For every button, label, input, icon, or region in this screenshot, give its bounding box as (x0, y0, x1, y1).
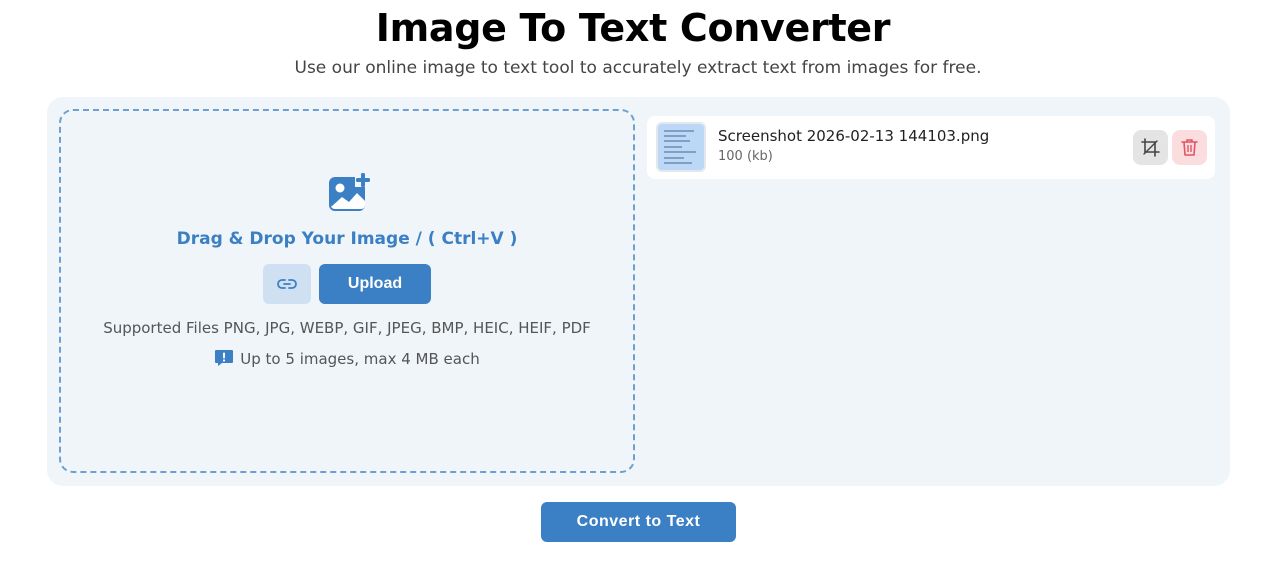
upload-limit-text: Up to 5 images, max 4 MB each (240, 350, 480, 368)
info-message-icon (214, 349, 234, 371)
upload-button[interactable]: Upload (319, 264, 431, 304)
workspace-panel: Drag & Drop Your Image / ( Ctrl+V ) Uplo… (47, 97, 1230, 486)
add-image-icon (327, 171, 371, 215)
convert-to-text-button[interactable]: Convert to Text (541, 502, 736, 542)
link-icon (277, 279, 297, 289)
page-title: Image To Text Converter (375, 6, 891, 50)
crop-icon (1141, 138, 1160, 157)
url-link-button[interactable] (263, 264, 311, 304)
file-list-item: Screenshot 2026-02-13 144103.png 100 (kb… (647, 116, 1215, 179)
delete-button[interactable] (1172, 130, 1207, 165)
page-subtitle: Use our online image to text tool to acc… (294, 58, 982, 78)
crop-button[interactable] (1133, 130, 1168, 165)
image-dropzone[interactable]: Drag & Drop Your Image / ( Ctrl+V ) Uplo… (59, 109, 635, 473)
supported-files-text: Supported Files PNG, JPG, WEBP, GIF, JPE… (103, 319, 591, 337)
drop-instructions: Drag & Drop Your Image / ( Ctrl+V ) (176, 229, 518, 249)
file-size: 100 (kb) (718, 149, 773, 164)
upload-limit-note: Up to 5 images, max 4 MB each (61, 349, 633, 371)
trash-icon (1181, 139, 1198, 156)
file-thumbnail[interactable] (656, 122, 706, 172)
file-name: Screenshot 2026-02-13 144103.png (718, 127, 990, 145)
